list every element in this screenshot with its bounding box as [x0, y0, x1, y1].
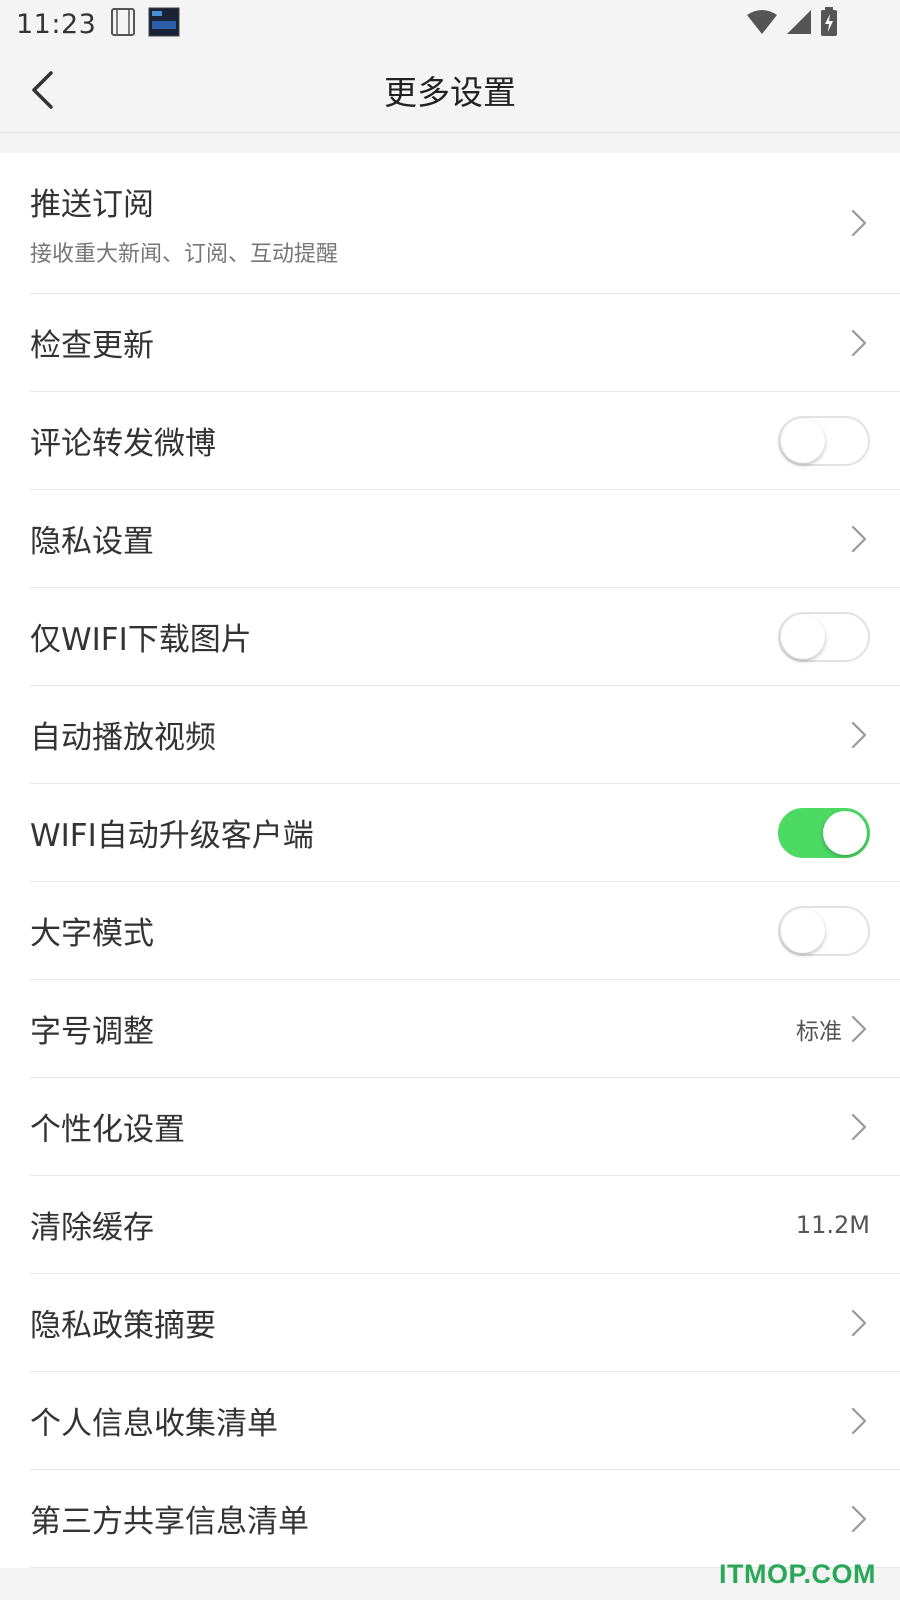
nav-bar: 更多设置	[0, 48, 900, 133]
setting-texts: WIFI自动升级客户端	[30, 810, 778, 855]
chevron-right-icon	[848, 1502, 870, 1536]
setting-texts: 隐私设置	[30, 516, 848, 561]
toggle-knob	[781, 614, 825, 659]
setting-texts: 个人信息收集清单	[30, 1398, 848, 1443]
watermark: ITMOP.COM	[718, 1559, 876, 1589]
setting-value: 标准	[796, 1018, 842, 1045]
setting-row-personal-info-list[interactable]: 个人信息收集清单	[30, 1372, 900, 1470]
setting-texts: 大字模式	[30, 908, 778, 953]
setting-row-large-text-mode[interactable]: 大字模式	[30, 882, 900, 980]
toggle-switch[interactable]	[778, 611, 870, 662]
setting-row-font-size[interactable]: 字号调整 标准	[30, 980, 900, 1078]
app-notification-icon	[148, 7, 180, 41]
setting-value: 11.2M	[795, 1210, 870, 1239]
setting-row-third-party-share-list[interactable]: 第三方共享信息清单	[30, 1470, 900, 1568]
setting-texts: 字号调整	[30, 1006, 796, 1051]
battery-charging-icon	[820, 7, 838, 41]
cell-signal-icon	[786, 9, 812, 39]
setting-texts: 个性化设置	[30, 1104, 848, 1149]
setting-label: 隐私政策摘要	[30, 1308, 216, 1344]
setting-row-privacy-settings[interactable]: 隐私设置	[30, 490, 900, 588]
setting-label: 评论转发微博	[30, 426, 216, 462]
sim-card-icon	[110, 7, 136, 41]
setting-row-check-update[interactable]: 检查更新	[30, 294, 900, 392]
setting-label: 个人信息收集清单	[30, 1406, 278, 1442]
chevron-right-icon	[848, 1404, 870, 1438]
chevron-right-icon	[848, 206, 870, 240]
setting-label: 隐私设置	[30, 524, 154, 560]
settings-list: 推送订阅接收重大新闻、订阅、互动提醒检查更新评论转发微博 隐私设置仅WIFI下载图…	[0, 153, 900, 1568]
setting-row-privacy-policy-summary[interactable]: 隐私政策摘要	[30, 1274, 900, 1372]
setting-texts: 隐私政策摘要	[30, 1300, 848, 1345]
setting-texts: 清除缓存	[30, 1202, 796, 1247]
setting-row-clear-cache[interactable]: 清除缓存 11.2M	[30, 1176, 900, 1274]
setting-texts: 检查更新	[30, 320, 848, 365]
toggle-switch[interactable]	[778, 807, 870, 858]
setting-row-push-subscription[interactable]: 推送订阅接收重大新闻、订阅、互动提醒	[30, 153, 900, 294]
setting-texts: 评论转发微博	[30, 418, 778, 463]
status-bar: 11:23	[0, 0, 900, 48]
setting-texts: 推送订阅接收重大新闻、订阅、互动提醒	[30, 179, 848, 268]
setting-row-wifi-auto-upgrade[interactable]: WIFI自动升级客户端	[30, 784, 900, 882]
setting-texts: 自动播放视频	[30, 712, 848, 757]
setting-row-autoplay-video[interactable]: 自动播放视频	[30, 686, 900, 784]
setting-label: WIFI自动升级客户端	[30, 818, 314, 854]
back-button[interactable]	[22, 65, 62, 115]
status-time: 11:23	[16, 8, 97, 40]
section-spacer	[0, 133, 900, 153]
chevron-right-icon	[848, 1012, 870, 1046]
chevron-right-icon	[848, 718, 870, 752]
setting-label: 仅WIFI下载图片	[30, 622, 252, 658]
setting-row-comment-repost-weibo[interactable]: 评论转发微博	[30, 392, 900, 490]
page-title: 更多设置	[384, 73, 516, 112]
setting-label: 第三方共享信息清单	[30, 1504, 309, 1540]
chevron-right-icon	[848, 326, 870, 360]
setting-label: 大字模式	[30, 916, 154, 952]
toggle-switch[interactable]	[778, 415, 870, 466]
setting-label: 字号调整	[30, 1014, 154, 1050]
setting-texts: 第三方共享信息清单	[30, 1496, 848, 1541]
setting-row-wifi-only-images[interactable]: 仅WIFI下载图片	[30, 588, 900, 686]
setting-texts: 仅WIFI下载图片	[30, 614, 778, 659]
setting-label: 个性化设置	[30, 1112, 185, 1148]
chevron-right-icon	[848, 522, 870, 556]
setting-label: 自动播放视频	[30, 720, 216, 756]
setting-label: 检查更新	[30, 328, 154, 364]
setting-subtitle: 接收重大新闻、订阅、互动提醒	[30, 241, 339, 267]
setting-row-personalization[interactable]: 个性化设置	[30, 1078, 900, 1176]
toggle-knob	[823, 810, 867, 855]
setting-label: 推送订阅	[30, 186, 154, 223]
chevron-right-icon	[848, 1306, 870, 1340]
chevron-right-icon	[848, 1110, 870, 1144]
toggle-knob	[781, 908, 825, 953]
wifi-icon	[746, 9, 778, 39]
toggle-switch[interactable]	[778, 905, 870, 956]
setting-label: 清除缓存	[30, 1210, 154, 1246]
toggle-knob	[781, 418, 825, 463]
chevron-left-icon	[32, 71, 53, 109]
